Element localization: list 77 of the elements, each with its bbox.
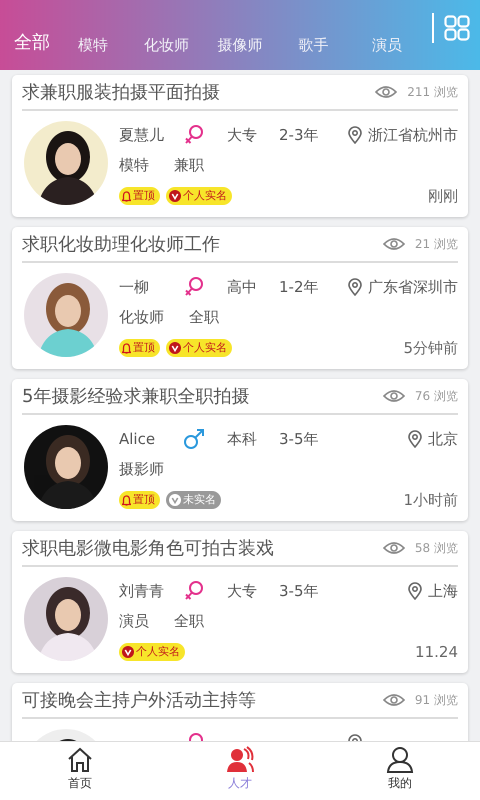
eye-icon	[382, 541, 405, 555]
female-icon	[183, 580, 205, 602]
post-card[interactable]: 5年摄影经验求兼职全职拍摄 76 浏览 Alice 本科 3-5年 北京 摄影师 置顶 未实名 1小时前	[12, 379, 468, 521]
location-icon	[408, 430, 422, 448]
job-tag: 模特	[119, 154, 149, 176]
user-name: 一柳	[119, 276, 150, 298]
job-tag: 全职	[189, 306, 219, 328]
eye-icon	[382, 693, 405, 707]
job-tag: 全职	[174, 610, 204, 632]
verified-icon	[169, 494, 181, 506]
view-count: 58 浏览	[414, 540, 458, 557]
post-card[interactable]: 求职化妆助理化妆师工作 21 浏览 一柳 高中 1-2年 广东省深圳市 化妆师 全职 置顶 个人实名 5分钟前	[12, 227, 468, 369]
post-card[interactable]: 求兼职服装拍摄平面拍摄 211 浏览 夏慧儿 大专 2-3年 浙江省杭州市 模特 兼职 置顶 个人实名 刚刚	[12, 75, 468, 217]
nav-tab[interactable]: 首页	[0, 742, 160, 800]
eye-icon	[375, 85, 398, 99]
post-title: 求职化妆助理化妆师工作	[22, 232, 221, 256]
home-icon	[66, 746, 94, 774]
location: 北京	[428, 428, 458, 450]
location-icon	[348, 126, 362, 144]
post-card[interactable]: 求职电影微电影角色可拍古装戏 58 浏览 刘青青 大专 3-5年 上海 演员 全职 个人实名 11.24	[12, 531, 468, 673]
bell-icon	[122, 190, 131, 202]
bell-icon	[122, 494, 131, 506]
user-name: Alice	[119, 428, 156, 450]
verified-badge: 个人实名	[166, 338, 232, 358]
experience: 1-2年	[279, 276, 318, 298]
location: 上海	[428, 580, 458, 602]
experience: 3-5年	[279, 428, 318, 450]
top-badge: 置顶	[119, 338, 160, 358]
verified-icon	[122, 646, 134, 658]
nav-tab[interactable]: 我的	[320, 742, 480, 800]
top-badge: 置顶	[119, 186, 160, 206]
person-icon	[386, 746, 414, 774]
view-count: 76 浏览	[414, 388, 458, 405]
female-icon	[183, 124, 205, 146]
job-tag: 化妆师	[119, 306, 164, 328]
location: 浙江省杭州市	[368, 124, 458, 146]
post-title: 可接晚会主持户外活动主持等	[22, 688, 257, 712]
category-tab[interactable]: 模特	[56, 34, 130, 56]
post-card[interactable]: 可接晚会主持户外活动主持等 91 浏览	[12, 683, 468, 741]
view-count: 211 浏览	[407, 84, 458, 101]
unverified-badge: 未实名	[166, 490, 221, 510]
experience: 2-3年	[279, 124, 318, 146]
experience: 3-5年	[279, 580, 318, 602]
post-time: 1小时前	[403, 490, 458, 511]
location-icon	[348, 278, 362, 296]
post-title: 求职电影微电影角色可拍古装戏	[22, 536, 275, 560]
verified-badge: 个人实名	[119, 642, 185, 662]
job-tag: 兼职	[174, 154, 204, 176]
verified-icon	[169, 190, 181, 202]
post-time: 5分钟前	[403, 338, 458, 359]
verified-icon	[169, 342, 181, 354]
post-title: 求兼职服装拍摄平面拍摄	[22, 80, 221, 104]
post-time: 刚刚	[428, 186, 458, 207]
location: 广东省深圳市	[368, 276, 458, 298]
education: 大专	[227, 580, 258, 602]
user-name: 夏慧儿	[119, 124, 165, 146]
education: 高中	[227, 276, 258, 298]
view-count: 21 浏览	[414, 236, 458, 253]
post-time: 11.24	[415, 642, 458, 663]
female-icon	[183, 276, 205, 298]
location-icon	[408, 582, 422, 600]
user-name: 刘青青	[119, 580, 165, 602]
job-tag: 演员	[119, 610, 149, 632]
eye-icon	[382, 389, 405, 403]
bell-icon	[122, 342, 131, 354]
grid-icon[interactable]	[444, 15, 470, 41]
top-badge: 置顶	[119, 490, 160, 510]
view-count: 91 浏览	[414, 692, 458, 709]
education: 本科	[227, 428, 258, 450]
post-title: 5年摄影经验求兼职全职拍摄	[22, 384, 250, 408]
education: 大专	[227, 124, 258, 146]
eye-icon	[382, 237, 405, 251]
people-icon	[226, 746, 254, 774]
job-tag: 摄影师	[119, 458, 164, 480]
verified-badge: 个人实名	[166, 186, 232, 206]
male-icon	[183, 428, 205, 450]
category-tab[interactable]: 全部	[14, 29, 50, 56]
